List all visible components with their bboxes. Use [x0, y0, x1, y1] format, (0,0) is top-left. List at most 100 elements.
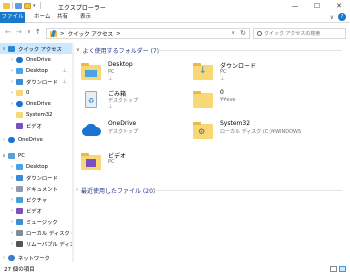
sidebar-item[interactable]: › ドキュメント: [0, 183, 72, 194]
folder-tile[interactable]: Desktop PC ⊥: [80, 59, 190, 89]
up-button[interactable]: ↑: [35, 28, 41, 36]
details-view-icon[interactable]: [330, 266, 337, 272]
sidebar-item[interactable]: › OneDrive: [0, 134, 72, 145]
chevron-down-icon: ∨: [76, 47, 80, 53]
sidebar-item[interactable]: › ダウンロード ⊥: [0, 76, 72, 87]
forward-button[interactable]: →: [16, 28, 22, 36]
chevron-right-icon[interactable]: ›: [8, 57, 16, 63]
back-button[interactable]: ←: [5, 28, 11, 36]
sidebar-item[interactable]: › ローカル ディスク (C:): [0, 227, 72, 238]
folder-name: 0: [220, 89, 224, 96]
tab-share[interactable]: 共有: [52, 12, 73, 23]
pin-icon: ⊥: [220, 76, 225, 82]
sidebar-item-label: クイック アクセス: [18, 46, 62, 53]
search-icon: [257, 31, 262, 36]
recent-files-header[interactable]: › 最近使用したファイル (20): [76, 185, 155, 195]
chevron-down-icon[interactable]: ∨: [0, 153, 8, 159]
chevron-right-icon[interactable]: ›: [8, 175, 16, 181]
chevron-right-icon[interactable]: ›: [8, 241, 16, 247]
search-input[interactable]: クイック アクセスの検索: [253, 28, 346, 39]
help-button[interactable]: ?: [338, 13, 346, 21]
sidebar-item[interactable]: System32: [0, 109, 72, 120]
chevron-right-icon[interactable]: ›: [8, 101, 16, 107]
frequent-folders-title: よく使用するフォルダー (7): [82, 47, 160, 55]
sidebar-item[interactable]: › ピクチャ: [0, 194, 72, 205]
customize-qat-icon[interactable]: ▾: [33, 3, 36, 9]
chevron-right-icon[interactable]: ›: [0, 137, 8, 143]
sidebar-item[interactable]: › ネットワーク: [0, 252, 72, 262]
pin-icon: ⊥: [108, 104, 113, 110]
expand-ribbon-icon[interactable]: ∨: [330, 14, 334, 21]
frequent-folders-header[interactable]: ∨ よく使用するフォルダー (7): [76, 45, 159, 55]
folder-name: Desktop: [108, 61, 133, 68]
chevron-right-icon[interactable]: ›: [8, 208, 16, 214]
folder-tile[interactable]: OneDrive デスクトップ: [80, 118, 190, 148]
window-title: エクスプローラー: [58, 5, 106, 12]
document-icon: [16, 185, 23, 192]
chevron-right-icon[interactable]: ›: [8, 90, 16, 96]
sidebar-item-label: ビデオ: [26, 123, 42, 130]
download-icon: [16, 78, 23, 85]
content-area: ∨ よく使用するフォルダー (7) › 最近使用したファイル (20) Desk…: [74, 43, 344, 262]
folder-tile[interactable]: 0 ¥¥eve: [192, 87, 302, 117]
sidebar-item[interactable]: › 0: [0, 87, 72, 98]
sidebar-item[interactable]: › ビデオ: [0, 205, 72, 216]
drive-icon: [16, 229, 23, 236]
sidebar-item[interactable]: › ミュージック: [0, 216, 72, 227]
recent-files-title: 最近使用したファイル (20): [81, 187, 156, 195]
sidebar-item[interactable]: ∨ PC: [0, 150, 72, 161]
sidebar-item[interactable]: › ダウンロード: [0, 172, 72, 183]
chevron-right-icon[interactable]: ›: [0, 255, 8, 261]
sidebar-item[interactable]: › Desktop ⊥: [0, 65, 72, 76]
chevron-right-icon[interactable]: ›: [8, 197, 16, 203]
desktop-icon: [16, 163, 23, 170]
address-bar[interactable]: > クイック アクセス > ∨ ↻: [46, 28, 250, 39]
address-path[interactable]: クイック アクセス: [68, 30, 113, 38]
folder-tile[interactable]: ビデオ PC: [80, 149, 190, 179]
folder-location: ¥¥eve: [220, 97, 236, 103]
sidebar-item[interactable]: ビデオ: [0, 120, 72, 131]
desktop-icon: [16, 67, 23, 74]
navigation-pane: ∨ クイック アクセス › OneDrive › Desktop ⊥ › ダウンロード ⊥ › 0 › O…: [0, 43, 72, 262]
pin-icon: ⊥: [62, 67, 67, 74]
chevron-right-icon[interactable]: ›: [8, 79, 16, 85]
chevron-right-icon[interactable]: ›: [8, 219, 16, 225]
folder-tile[interactable]: ↓ ダウンロード PC ⊥: [192, 59, 302, 89]
maximize-button[interactable]: ☐: [306, 0, 328, 12]
pin-icon: ⊥: [108, 76, 113, 82]
folder-icon: [16, 111, 23, 118]
large-icons-view-icon[interactable]: [339, 266, 346, 272]
sidebar-item[interactable]: › OneDrive: [0, 54, 72, 65]
properties-icon[interactable]: [15, 2, 22, 9]
address-dropdown-icon[interactable]: ∨: [231, 30, 235, 36]
cloud-icon: [16, 56, 23, 63]
folder-tile[interactable]: ⚙ System32 ローカル ディスク (C:)¥WINDOWS: [192, 118, 302, 148]
chevron-right-icon[interactable]: ›: [8, 68, 16, 74]
divider: [39, 2, 41, 9]
folder-icon: [16, 89, 23, 96]
tab-view[interactable]: 表示: [75, 12, 96, 23]
download-icon: [16, 174, 23, 181]
search-placeholder: クイック アクセスの検索: [264, 31, 321, 37]
sidebar-item-label: OneDrive: [26, 100, 51, 107]
sidebar-item-label: 0: [26, 89, 30, 96]
new-folder-icon[interactable]: [24, 2, 31, 9]
refresh-icon[interactable]: ↻: [240, 29, 246, 37]
sidebar-item[interactable]: › OneDrive: [0, 98, 72, 109]
chevron-right-icon[interactable]: ›: [8, 230, 16, 236]
folder-tile[interactable]: ♻ ごみ箱 デスクトップ ⊥: [80, 87, 190, 117]
sidebar-item[interactable]: › リムーバブル ディスク (E:): [0, 238, 72, 249]
sidebar-item[interactable]: › Desktop: [0, 161, 72, 172]
folder-icon: [192, 89, 214, 109]
sidebar-item-label: OneDrive: [18, 136, 43, 143]
minimize-button[interactable]: —: [284, 0, 306, 12]
sidebar-item-label: ミュージック: [26, 219, 58, 226]
sidebar-item[interactable]: ∨ クイック アクセス: [0, 43, 72, 54]
close-button[interactable]: ✕: [328, 0, 350, 12]
chevron-right-icon[interactable]: ›: [8, 164, 16, 170]
chevron-down-icon[interactable]: ∨: [0, 46, 8, 52]
tab-file[interactable]: ファイル: [0, 12, 25, 23]
chevron-right-icon[interactable]: ›: [8, 186, 16, 192]
recent-locations-button[interactable]: ∨: [27, 29, 31, 35]
folder-name: System32: [220, 120, 251, 127]
